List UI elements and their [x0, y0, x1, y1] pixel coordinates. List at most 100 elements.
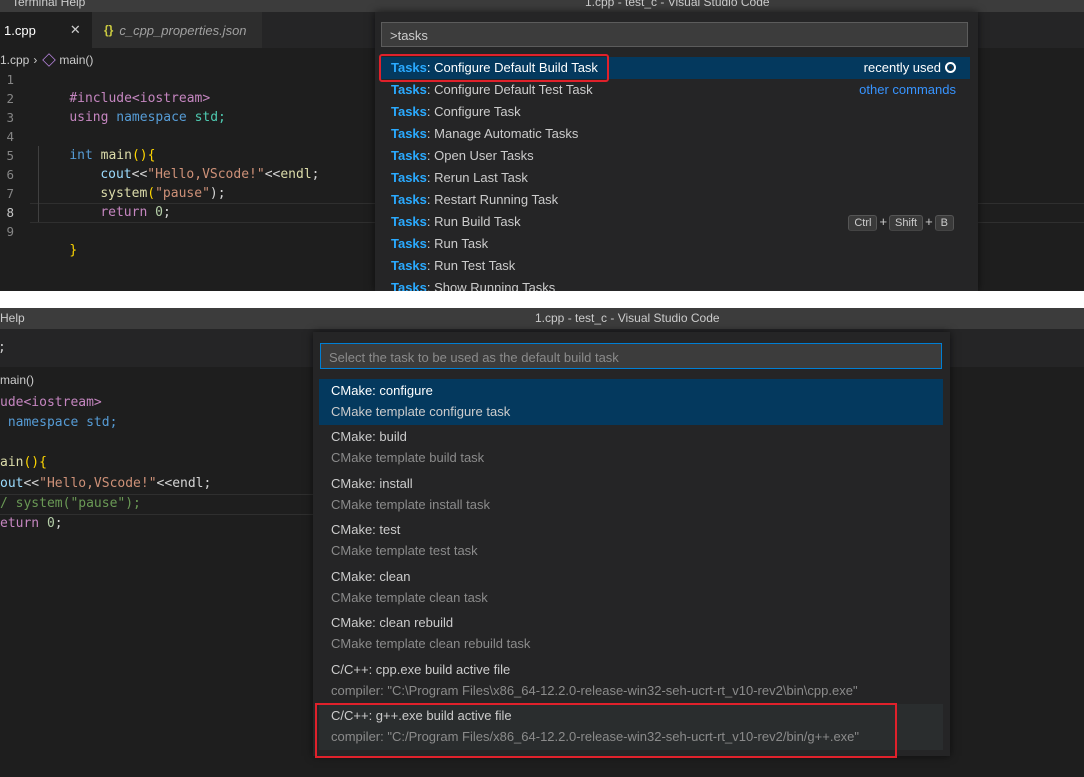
window-title: 1.cpp - test_c - Visual Studio Code	[585, 0, 770, 9]
match-highlight: Tasks	[391, 104, 427, 119]
tab-1-cpp[interactable]: 1.cpp ✕	[0, 12, 92, 48]
code-line[interactable]: eturn 0;	[0, 514, 63, 533]
task-item-cmake-clean[interactable]: CMake: clean CMake template clean task	[319, 565, 943, 611]
palette-item-label: : Run Test Task	[426, 258, 516, 273]
line-number: 7	[6, 186, 14, 201]
code-line[interactable]: using namespace std;	[38, 89, 226, 125]
key-shift: Shift	[889, 215, 924, 231]
palette-item-open-user-tasks[interactable]: Tasks: Open User Tasks	[379, 145, 970, 167]
task-picker-input[interactable]: Select the task to be used as the defaul…	[320, 343, 942, 369]
operator: <<	[264, 167, 281, 182]
line-number: 3	[6, 110, 14, 125]
task-item-cmake-clean-rebuild[interactable]: CMake: clean rebuild CMake template clea…	[319, 611, 943, 657]
function-name: ain	[0, 455, 24, 470]
chevron-right-icon: ›	[33, 53, 38, 67]
input-placeholder: Select the task to be used as the defaul…	[329, 350, 619, 365]
palette-item-label: : Open User Tasks	[426, 148, 534, 163]
code-line[interactable]: system("pause");	[69, 165, 225, 201]
task-detail: CMake template build task	[331, 450, 485, 465]
keyword: using	[69, 110, 109, 125]
palette-item-run-task[interactable]: Tasks: Run Task	[379, 233, 970, 255]
line-number: 1	[6, 72, 14, 87]
code-line[interactable]: ude<iostream>	[0, 393, 102, 412]
palette-item-label: : Run Build Task	[426, 214, 521, 229]
tab-fragment: ;	[0, 340, 6, 355]
task-item-cmake-build[interactable]: CMake: build CMake template build task	[319, 425, 943, 471]
task-item-cmake-install[interactable]: CMake: install CMake template install ta…	[319, 472, 943, 518]
code-line[interactable]: ain(){	[0, 453, 47, 472]
match-highlight: Tasks	[391, 280, 427, 291]
task-detail: compiler: "C:\Program Files\x86_64-12.2.…	[331, 683, 858, 698]
breadcrumb: 1.cpp › main()	[0, 50, 93, 70]
line-number: 4	[6, 129, 14, 144]
palette-item-restart-running-task[interactable]: Tasks: Restart Running Task	[379, 189, 970, 211]
namespace-name: std;	[194, 110, 226, 125]
palette-item-label: : Show Running Tasks	[426, 280, 556, 291]
task-detail: CMake template configure task	[331, 404, 511, 419]
code-line[interactable]: / system("pause");	[0, 494, 141, 513]
menu-bar[interactable]: Terminal Help	[12, 0, 85, 9]
task-detail: CMake template clean rebuild task	[331, 636, 531, 651]
match-highlight: Tasks	[391, 214, 427, 229]
key-b: B	[934, 215, 954, 231]
match-highlight: Tasks	[391, 192, 427, 207]
brackets: }	[69, 243, 78, 258]
task-item-cpp-exe-build[interactable]: C/C++: cpp.exe build active file compile…	[319, 658, 943, 704]
command-palette-input[interactable]: >tasks	[381, 22, 968, 47]
highlight-annotation-box	[379, 54, 609, 82]
operator: <<endl;	[156, 476, 212, 491]
code-line[interactable]: return 0;	[69, 184, 170, 220]
palette-item-run-build-task[interactable]: Tasks: Run Build Task Ctrl + Shift + B	[379, 211, 970, 233]
include-directive: ude<iostream>	[0, 395, 102, 410]
code-line[interactable]: #include<iostream>	[38, 70, 210, 106]
highlight-annotation-box	[315, 703, 897, 758]
task-title: CMake: test	[331, 522, 401, 537]
task-title: CMake: configure	[331, 383, 433, 398]
palette-item-label: : Rerun Last Task	[426, 170, 528, 185]
code-line[interactable]: int main(){	[38, 127, 155, 163]
palette-item-manage-automatic-tasks[interactable]: Tasks: Manage Automatic Tasks	[379, 123, 970, 145]
gear-icon[interactable]	[945, 62, 956, 73]
other-commands-link[interactable]: other commands	[859, 79, 956, 101]
palette-item-label: : Restart Running Task	[426, 192, 559, 207]
palette-item-configure-task[interactable]: Tasks: Configure Task	[379, 101, 970, 123]
task-item-cmake-configure[interactable]: CMake: configure CMake template configur…	[319, 379, 943, 425]
string-literal: "Hello,VScode!"	[39, 476, 157, 491]
code-line[interactable]: cout<<"Hello,VScode!"<<endl;	[69, 146, 319, 182]
line-number: 6	[6, 167, 14, 182]
code-line[interactable]: out<<"Hello,VScode!"<<endl;	[0, 474, 211, 493]
breadcrumb-symbol[interactable]: main()	[59, 53, 93, 67]
tab-c-cpp-properties[interactable]: {} c_cpp_properties.json	[92, 12, 262, 48]
tab-label: c_cpp_properties.json	[119, 22, 247, 38]
operator: <<	[23, 476, 40, 491]
title-bar: Help 1.cpp - test_c - Visual Studio Code	[0, 308, 1084, 329]
tab-label: 1.cpp	[4, 22, 36, 38]
match-highlight: Tasks	[391, 82, 427, 97]
keyword: eturn	[0, 516, 40, 531]
task-item-cmake-test[interactable]: CMake: test CMake template test task	[319, 518, 943, 564]
palette-item-label: : Run Task	[426, 236, 489, 251]
palette-item-configure-default-test-task[interactable]: Tasks: Configure Default Test Task other…	[379, 79, 970, 101]
task-detail: CMake template install task	[331, 497, 490, 512]
identifier: out	[0, 476, 24, 491]
menu-help[interactable]: Help	[0, 311, 25, 325]
key-plus: +	[925, 214, 933, 229]
palette-item-run-test-task[interactable]: Tasks: Run Test Task	[379, 255, 970, 277]
breadcrumb-symbol[interactable]: main()	[0, 373, 34, 387]
close-icon[interactable]: ✕	[70, 22, 81, 38]
line-number: 5	[6, 148, 14, 163]
keyword: return	[100, 205, 148, 220]
palette-item-label: : Configure Default Test Task	[426, 82, 593, 97]
task-quick-pick: Select the task to be used as the defaul…	[313, 332, 950, 756]
code-line[interactable]: }	[38, 222, 77, 258]
key-ctrl: Ctrl	[848, 215, 878, 231]
top-screenshot: Terminal Help 1.cpp - test_c - Visual St…	[0, 0, 1084, 291]
key-plus: +	[879, 214, 888, 229]
breadcrumb-file[interactable]: 1.cpp	[0, 53, 29, 67]
palette-item-rerun-last-task[interactable]: Tasks: Rerun Last Task	[379, 167, 970, 189]
code-line[interactable]: namespace std;	[0, 413, 118, 432]
palette-item-show-running-tasks[interactable]: Tasks: Show Running Tasks	[379, 277, 970, 291]
brackets: (){	[23, 455, 47, 470]
match-highlight: Tasks	[391, 236, 427, 251]
comment: / system("pause");	[0, 496, 141, 511]
